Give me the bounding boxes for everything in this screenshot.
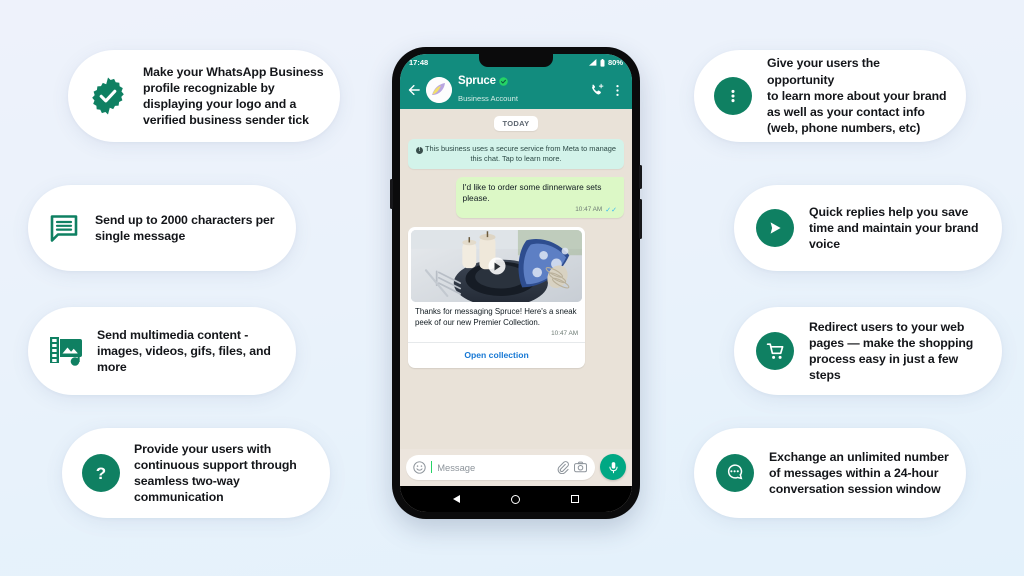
info-icon: ! [416,147,423,154]
chat-bubbles-icon [716,454,754,492]
feature-card-business-profile-label: Give your users the opportunity to learn… [767,56,947,136]
feature-card-character-limit: Send up to 2000 characters per single me… [28,185,296,271]
phone-button-volume-down [639,199,642,239]
message-placeholder: Message [437,461,476,473]
status-bar-battery: 80% [607,58,623,67]
message-input-field[interactable]: Message [406,454,595,480]
message-bubble-outgoing: I'd like to order some dinnerware sets p… [455,177,624,219]
phone-button-power [390,179,393,209]
feature-card-web-redirect: Redirect users to your web pages — make … [734,307,1002,395]
svg-text:?: ? [96,464,106,483]
contact-subtitle: Business Account [458,93,518,103]
question-mark-icon: ? [82,454,120,492]
phone-button-volume-up [639,165,642,189]
day-separator: TODAY [493,116,539,131]
feature-card-business-profile: Give your users the opportunity to learn… [694,50,966,142]
back-arrow-icon[interactable] [406,83,420,97]
microphone-icon[interactable] [600,454,626,480]
read-receipt-icon: ✓✓ [605,206,617,214]
chat-header: Spruce Business Account [400,71,632,109]
feature-card-web-redirect-label: Redirect users to your web pages — make … [809,319,974,383]
feature-card-multimedia: Send multimedia content - images, videos… [28,307,296,395]
nav-recents-square-icon[interactable] [570,495,579,503]
feature-card-verified-label: Make your WhatsApp Business profile reco… [143,64,324,128]
overflow-menu-icon[interactable] [611,84,624,97]
contact-name: Spruce [458,74,496,87]
message-timestamp: 10:47 AM [575,205,603,213]
shopping-cart-icon [756,332,794,370]
open-collection-button[interactable]: Open collection [408,343,585,368]
text-cursor [431,461,433,473]
three-dots-menu-icon [714,77,752,115]
phone-mockup: 17:48 80% Spruce Business Account TODAY … [390,47,642,519]
phone-notch [479,54,553,67]
media-card-text: Thanks for messaging Spruce! Here's a sn… [415,307,577,328]
feature-card-quick-replies: Quick replies help you save time and mai… [734,185,1002,271]
feature-card-two-way-support-label: Provide your users with continuous suppo… [134,441,297,505]
paperclip-icon[interactable] [556,460,569,474]
feature-card-session-window-label: Exchange an unlimited number of messages… [769,449,949,497]
android-nav-bar [400,486,632,512]
message-bubble-media-card: Thanks for messaging Spruce! Here's a sn… [408,227,586,369]
security-notice-banner[interactable]: ! This business uses a secure service fro… [408,139,624,170]
message-input-bar: Message [400,449,632,486]
add-call-icon[interactable] [590,83,604,97]
chat-message-list[interactable]: TODAY ! This business uses a secure servi… [400,109,632,449]
film-media-icon [48,334,84,368]
verified-badge-icon [88,76,128,116]
message-text: I'd like to order some dinnerware sets p… [462,182,602,204]
feature-card-session-window: Exchange an unlimited number of messages… [694,428,966,518]
play-button-icon[interactable] [488,257,506,275]
nav-home-circle-icon[interactable] [510,494,520,504]
send-arrow-icon [756,209,794,247]
feature-card-quick-replies-label: Quick replies help you save time and mai… [809,204,979,252]
media-thumbnail[interactable] [411,230,583,303]
avatar[interactable] [426,77,452,103]
chat-header-titles[interactable]: Spruce Business Account [458,75,584,105]
emoji-smiley-icon[interactable] [413,460,426,474]
media-card-timestamp: 10:47 AM [551,329,579,337]
nav-back-triangle-icon[interactable] [453,495,461,503]
feature-card-two-way-support: ? Provide your users with continuous sup… [62,428,330,518]
media-card-body: Thanks for messaging Spruce! Here's a sn… [408,302,585,341]
feature-card-verified-profile: Make your WhatsApp Business profile reco… [68,50,340,142]
battery-icon [600,58,605,67]
signal-icon [588,59,597,66]
phone-screen: 17:48 80% Spruce Business Account TODAY … [400,54,632,512]
chat-lines-icon [48,212,80,244]
verified-check-icon [499,76,508,86]
status-bar-time: 17:48 [409,58,429,67]
feature-card-multimedia-label: Send multimedia content - images, videos… [97,327,271,375]
camera-icon[interactable] [574,461,587,473]
feature-card-character-limit-label: Send up to 2000 characters per single me… [95,212,275,243]
security-notice-text: This business uses a secure service from… [425,144,617,164]
